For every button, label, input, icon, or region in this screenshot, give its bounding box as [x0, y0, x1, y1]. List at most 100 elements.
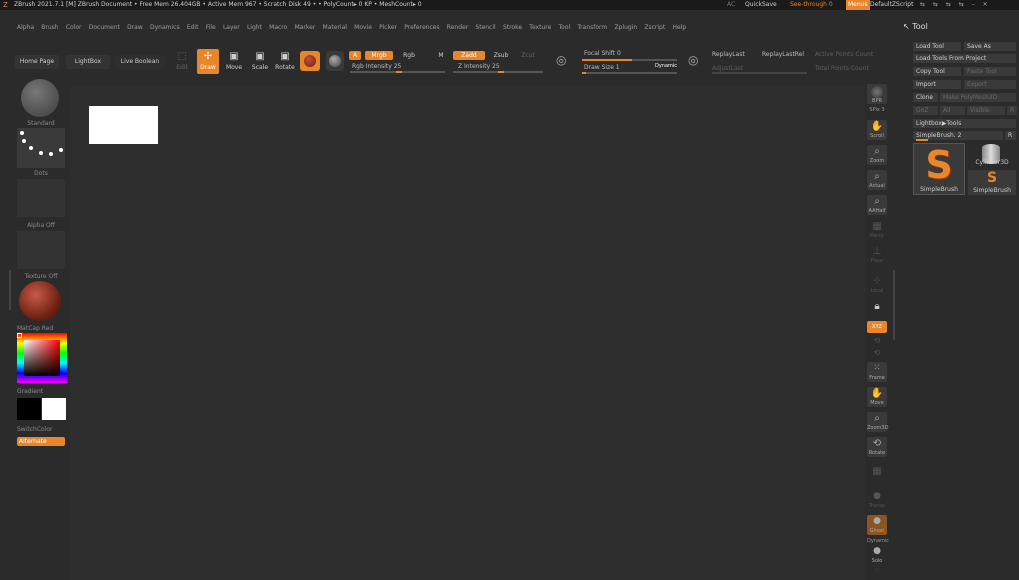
menu-transform[interactable]: Transform [577, 24, 612, 31]
menu-alpha[interactable]: Alpha [17, 24, 39, 31]
draw-button[interactable]: ✢ Draw [197, 49, 219, 74]
tool-thumb-simplebrush[interactable]: S SimpleBrush [913, 143, 965, 195]
copy-tool-button[interactable]: Copy Tool [913, 67, 961, 76]
ac-label[interactable]: AC [727, 0, 735, 10]
menu-zscript[interactable]: Zscript [644, 24, 670, 31]
focal-shift-label[interactable]: Focal Shift 0 [584, 50, 621, 57]
menu-edit[interactable]: Edit [187, 24, 204, 31]
menu-file[interactable]: File [206, 24, 221, 31]
adjust-last-slider[interactable]: AdjustLast [712, 65, 743, 72]
transp-button[interactable]: ● Transp [867, 490, 887, 510]
ghost-button[interactable]: ● Ghost [867, 515, 887, 535]
z-intensity-label[interactable]: Z Intensity 25 [458, 63, 500, 70]
menu-texture[interactable]: Texture [529, 24, 556, 31]
see-through-slider[interactable]: See-through 0 [790, 0, 833, 10]
goz-button[interactable]: GoZ [913, 106, 938, 115]
rgb-button[interactable]: Rgb [397, 51, 421, 60]
simplebrush-slider-fill[interactable] [916, 139, 928, 141]
menu-brush[interactable]: Brush [41, 24, 63, 31]
menu-layer[interactable]: Layer [223, 24, 245, 31]
left-tray-handle[interactable] [9, 270, 11, 310]
persp-button[interactable]: ▦ Persp [867, 220, 887, 240]
texture-tile[interactable] [17, 231, 65, 269]
zcut-button[interactable]: Zcut [518, 51, 538, 60]
live-boolean-button[interactable]: Live Boolean [115, 55, 165, 69]
alternate-button[interactable]: Alternate [17, 437, 65, 446]
more-tools-icon[interactable]: ⁙ [867, 567, 887, 579]
scale-button[interactable]: ▣ Scale [250, 50, 270, 74]
home-page-button[interactable]: Home Page [15, 55, 59, 69]
draw-size-track[interactable] [582, 72, 677, 74]
zoom-button[interactable]: ⌕ Zoom [867, 145, 887, 165]
clone-button[interactable]: Clone [913, 93, 938, 102]
tool-thumb-simplebrush-2[interactable]: S SimpleBrush [968, 170, 1016, 195]
menu-zplugin[interactable]: Zplugin [614, 24, 642, 31]
adjust-last-track[interactable] [712, 72, 807, 74]
material-swatch[interactable] [300, 51, 320, 71]
move-button[interactable]: ▣ Move [224, 50, 244, 74]
zoom3d-button[interactable]: ⌕ Zoom3D [867, 412, 888, 432]
z-intensity-knob[interactable] [498, 71, 504, 73]
menu-preferences[interactable]: Preferences [404, 24, 444, 31]
stroke-tile[interactable] [17, 128, 65, 168]
menu-material[interactable]: Material [323, 24, 352, 31]
move-view-button[interactable]: ✋ Move [867, 387, 887, 407]
mrgb-button[interactable]: Mrgb [365, 51, 393, 60]
material-tile[interactable] [17, 281, 65, 321]
draw-size-label[interactable]: Draw Size 1 [584, 64, 620, 71]
secondary-color-swatch[interactable] [42, 398, 66, 420]
zadd-button[interactable]: Zadd [453, 51, 485, 60]
solo-button[interactable]: ● Solo [867, 545, 887, 565]
make-polymesh-button[interactable]: Make PolyMesh3D [940, 93, 1016, 102]
save-as-button[interactable]: Save As [964, 42, 1016, 51]
rotate-view-button[interactable]: ⟲ Rotate [867, 437, 887, 457]
r2-button[interactable]: R [1005, 131, 1016, 140]
scroll-button[interactable]: ✋ Scroll [867, 120, 887, 140]
menu-movie[interactable]: Movie [354, 24, 377, 31]
all-button[interactable]: All [940, 106, 965, 115]
tool-thumb-cylinder[interactable]: Cylinder3D [968, 143, 1016, 169]
zsub-button[interactable]: Zsub [488, 51, 514, 60]
a-button[interactable]: A [349, 51, 361, 60]
frame-button[interactable]: ⁙ Frame [867, 362, 887, 382]
paste-tool-button[interactable]: Paste Tool [964, 67, 1016, 76]
tool-header[interactable]: ↖ Tool [903, 22, 928, 31]
menu-help[interactable]: Help [672, 24, 691, 31]
default-zscript-button[interactable]: DefaultZScript [870, 0, 913, 10]
menu-stroke[interactable]: Stroke [503, 24, 527, 31]
spix-slider[interactable]: SPix 3 [867, 107, 887, 113]
polyf-button[interactable]: ▦ [867, 463, 887, 483]
window-controls-icon[interactable]: ⇆ ⇆ ⇆ ⇆ – ✕ [920, 0, 991, 10]
quicksave-button[interactable]: QuickSave [745, 0, 777, 10]
alpha-tile[interactable] [17, 179, 65, 217]
lock-button[interactable]: 🔒︎ [867, 298, 887, 318]
rotate-button[interactable]: ▣ Rotate [275, 50, 295, 74]
replay-last-button[interactable]: ReplayLast [712, 51, 745, 58]
menu-stencil[interactable]: Stencil [475, 24, 500, 31]
menu-color[interactable]: Color [66, 24, 87, 31]
menu-draw[interactable]: Draw [127, 24, 148, 31]
lightbox-tools-button[interactable]: Lightbox▶Tools [913, 119, 1016, 128]
document-canvas[interactable] [70, 86, 865, 580]
menu-light[interactable]: Light [247, 24, 267, 31]
visible-button[interactable]: Visible [967, 106, 1005, 115]
menu-macro[interactable]: Macro [269, 24, 292, 31]
menus-button[interactable]: Menus [846, 0, 870, 10]
right-tray-handle[interactable] [893, 270, 895, 340]
menu-marker[interactable]: Marker [295, 24, 321, 31]
rgb-intensity-knob[interactable] [396, 71, 402, 73]
load-tool-button[interactable]: Load Tool [913, 42, 961, 51]
rotate-axis-icon[interactable]: ⟲ [867, 336, 887, 346]
lightbox-button[interactable]: LightBox [66, 55, 110, 69]
primary-color-swatch[interactable] [17, 398, 41, 420]
texture-swatch[interactable] [326, 51, 344, 71]
menu-tool[interactable]: Tool [559, 24, 576, 31]
dynamic-button[interactable]: Dynamic [655, 63, 677, 69]
saturation-square[interactable] [24, 340, 60, 376]
rgb-intensity-label[interactable]: Rgb Intensity 25 [352, 63, 401, 70]
brush-tile[interactable] [17, 78, 65, 118]
edit-button[interactable]: ⬚ Edit [172, 50, 192, 74]
draw-size-fill[interactable] [582, 72, 586, 74]
local-button[interactable]: ⊹ Local [867, 275, 887, 295]
focal-shift-fill[interactable] [582, 59, 632, 61]
